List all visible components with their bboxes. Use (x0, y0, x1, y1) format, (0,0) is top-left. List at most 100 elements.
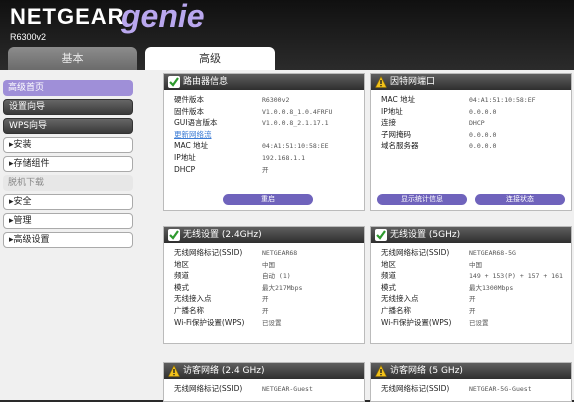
info-row: GUI语言版本 V1.0.0.8_2.1.17.1 (164, 117, 364, 129)
row-label: 无线网络标记(SSID) (174, 248, 243, 257)
row-value: 自动 (1) (262, 272, 291, 281)
row-value: 开 (262, 295, 269, 304)
row-label: GUI语言版本 (174, 118, 218, 128)
row-value: NETGEAR-Guest (262, 385, 313, 393)
row-value: V1.0.0.8_1.0.4FRFU (262, 107, 333, 116)
row-value: 最大1300Mbps (469, 283, 514, 292)
reboot-button[interactable]: 重启 (223, 194, 313, 205)
info-row: 广播名称 开 (371, 305, 571, 317)
info-row: MAC 地址 04:A1:51:10:58:EE (164, 140, 364, 152)
row-label: 频道 (174, 271, 189, 281)
row-value: 开 (469, 306, 476, 315)
info-row: IP地址 0.0.0.0 (371, 106, 571, 118)
info-row: DHCP 开 (164, 164, 364, 176)
guest-5ghz-panel: 访客网络 (5 GHz) 无线网络标记(SSID) NETGEAR-5G-Guest (370, 362, 572, 402)
row-label: DHCP (174, 164, 196, 174)
row-value: 192.168.1.1 (262, 153, 306, 162)
tab-advanced[interactable]: 高级 (145, 47, 275, 70)
info-row: 频道 自动 (1) (164, 270, 364, 282)
panel-title: 因特网端口 (371, 74, 571, 90)
row-value: NETGEAR68-5G (469, 249, 516, 257)
row-value: 0.0.0.0 (469, 130, 497, 139)
row-value: 04:A1:51:10:58:EF (469, 96, 536, 104)
row-label: 广播名称 (381, 305, 411, 315)
panel-title: 访客网络 (2.4 GHz) (164, 363, 364, 379)
row-label: Wi-Fi保护设置(WPS) (174, 317, 245, 327)
row-label: 地区 (381, 259, 396, 269)
connection-status-button[interactable]: 连接状态 (475, 194, 565, 205)
info-row: 无线接入点 开 (371, 293, 571, 305)
row-label: MAC 地址 (174, 141, 209, 151)
panel-title: 无线设置 (2.4GHz) (164, 227, 364, 243)
header: NETGEAR genie R6300v2 基本 高级 (0, 0, 574, 70)
row-label: 频道 (381, 271, 396, 281)
wireless-5ghz-panel: 无线设置 (5GHz) 无线网络标记(SSID) NETGEAR68-5G 地区 中国频… (370, 226, 572, 344)
row-value: DHCP (469, 119, 485, 128)
sidebar-item[interactable]: 高级首页 (3, 80, 133, 96)
info-row: MAC 地址 04:A1:51:10:58:EF (371, 94, 571, 106)
sidebar-item[interactable]: ▸安装 (3, 137, 133, 153)
row-label: 地区 (174, 259, 189, 269)
guest-24ghz-panel: 访客网络 (2.4 GHz) 无线网络标记(SSID) NETGEAR-Guest (163, 362, 365, 402)
update-link[interactable]: 更新网络流 (164, 129, 364, 141)
info-row: 无线接入点 开 (164, 293, 364, 305)
sidebar-item[interactable]: ▸高级设置 (3, 232, 133, 248)
genie-logo: genie (121, 0, 205, 34)
warning-icon (375, 76, 387, 88)
check-icon (168, 229, 180, 241)
panel-title: 访客网络 (5 GHz) (371, 363, 571, 379)
row-label: IP地址 (174, 152, 196, 162)
wireless-24ghz-panel: 无线设置 (2.4GHz) 无线网络标记(SSID) NETGEAR68 地区 中国 频道… (163, 226, 365, 344)
info-row: 子网掩码 0.0.0.0 (371, 129, 571, 141)
info-row: 无线网络标记(SSID) NETGEAR68 (164, 247, 364, 259)
row-label: 无线网络标记(SSID) (174, 384, 243, 393)
warning-icon (168, 365, 180, 377)
row-label: 子网掩码 (381, 129, 411, 139)
info-row: 地区 中国 (371, 259, 571, 271)
row-value: 04:A1:51:10:58:EE (262, 142, 329, 151)
row-value: 已设置 (469, 318, 489, 327)
check-icon (168, 76, 180, 88)
sidebar-item[interactable]: ▸存储组件 (3, 156, 133, 172)
row-label: 广播名称 (174, 305, 204, 315)
panel-title: 无线设置 (5GHz) (371, 227, 571, 243)
info-row: 硬件版本 R6300v2 (164, 94, 364, 106)
row-value: 开 (469, 295, 476, 304)
sidebar-item[interactable]: 设置向导 (3, 99, 133, 115)
row-value: 最大217Mbps (262, 283, 303, 292)
row-label: 无线接入点 (381, 294, 419, 304)
info-row: 域名服务器 0.0.0.0 (371, 140, 571, 152)
sidebar-item: 脱机下载 (3, 175, 133, 191)
info-row: IP地址 192.168.1.1 (164, 152, 364, 164)
info-row: 频道 149 + 153(P) + 157 + 161 (371, 270, 571, 282)
info-row: 无线网络标记(SSID) NETGEAR68-5G (371, 247, 571, 259)
row-label: 固件版本 (174, 106, 204, 116)
info-row: 无线网络标记(SSID) NETGEAR-Guest (164, 383, 364, 395)
info-row: 模式 最大217Mbps (164, 282, 364, 294)
show-statistics-button[interactable]: 显示统计信息 (377, 194, 467, 205)
info-row: Wi-Fi保护设置(WPS) 已设置 (371, 317, 571, 329)
row-label: 无线接入点 (174, 294, 212, 304)
row-label: 域名服务器 (381, 141, 419, 151)
row-value: 0.0.0.0 (469, 107, 497, 116)
row-label: 无线网络标记(SSID) (381, 248, 450, 257)
sidebar-item[interactable]: ▸管理 (3, 213, 133, 229)
row-label: 模式 (381, 282, 396, 292)
row-label: 连接 (381, 118, 396, 128)
row-value: R6300v2 (262, 96, 290, 104)
sidebar-item[interactable]: ▸安全 (3, 194, 133, 210)
warning-icon (375, 365, 387, 377)
row-label: IP地址 (381, 106, 403, 116)
sidebar: 高级首页设置向导 WPS向导 ▸安装 ▸存储组件脱机下载 ▸安全 ▸管理 ▸高级设置 (3, 80, 133, 251)
info-row: Wi-Fi保护设置(WPS) 已设置 (164, 317, 364, 329)
info-row: 固件版本 V1.0.0.8_1.0.4FRFU (164, 106, 364, 118)
internet-port-panel: 因特网端口 MAC 地址 04:A1:51:10:58:EF IP地址 0.0.0.0 连… (370, 73, 572, 211)
tab-basic[interactable]: 基本 (8, 47, 137, 70)
sidebar-item[interactable]: WPS向导 (3, 118, 133, 134)
row-label: MAC 地址 (381, 95, 416, 104)
row-label: 模式 (174, 282, 189, 292)
info-row: 地区 中国 (164, 259, 364, 271)
info-row: 连接 DHCP (371, 117, 571, 129)
info-row: 广播名称 开 (164, 305, 364, 317)
row-value: 中国 (469, 260, 482, 269)
